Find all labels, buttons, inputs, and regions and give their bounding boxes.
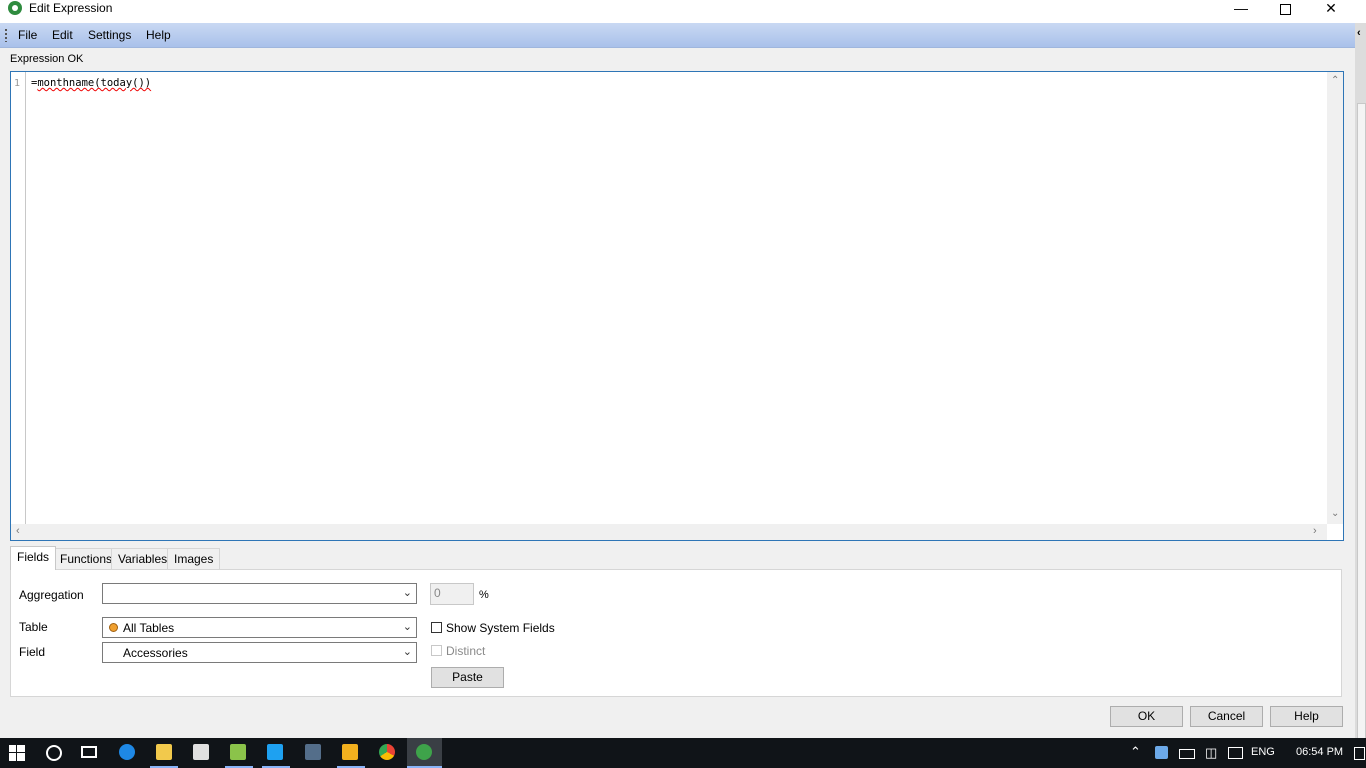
tab-functions[interactable]: Functions [53, 548, 120, 569]
right-scroll-column: ‹ [1355, 23, 1366, 768]
show-system-fields-checkbox[interactable] [431, 622, 442, 633]
scroll-right-icon[interactable]: › [1313, 525, 1317, 537]
task-view-icon[interactable] [81, 746, 97, 758]
windows-start-icon[interactable] [9, 745, 25, 761]
window-title: Edit Expression [29, 1, 113, 15]
code-body: monthname(today()) [37, 77, 152, 89]
cancel-button[interactable]: Cancel [1190, 706, 1263, 727]
chrome-icon[interactable] [379, 744, 395, 760]
taskbar: ⌃ ◫ ENG 06:54 PM [0, 738, 1366, 768]
menu-bar: File Edit Settings Help [0, 23, 1355, 48]
menu-file[interactable]: File [18, 28, 37, 42]
percent-input[interactable]: 0 [430, 583, 474, 605]
scroll-left-icon[interactable]: ‹ [16, 525, 20, 537]
help-button[interactable]: Help [1270, 706, 1343, 727]
battery-icon[interactable] [1179, 749, 1195, 759]
paste-button[interactable]: Paste [431, 667, 504, 688]
close-button[interactable]: ✕ [1308, 0, 1354, 16]
ok-button[interactable]: OK [1110, 706, 1183, 727]
expression-status: Expression OK [10, 53, 84, 65]
fields-panel: Aggregation ⌄ 0 % Table All Tables ⌄ Sho… [10, 569, 1342, 697]
folder-sync-icon[interactable] [230, 744, 246, 760]
app-yellow-icon[interactable] [342, 744, 358, 760]
expression-editor[interactable]: 1 =monthname(today()) ⌃ ⌄ ‹ › [10, 71, 1344, 541]
collapse-chevron-icon[interactable]: ‹ [1357, 27, 1361, 39]
aggregation-label: Aggregation [19, 588, 84, 602]
clock[interactable]: 06:54 PM [1296, 746, 1343, 758]
code-line[interactable]: =monthname(today()) [31, 77, 151, 89]
dropbox-icon[interactable] [1155, 746, 1168, 759]
field-select[interactable]: Accessories ⌄ [102, 642, 417, 663]
maximize-button[interactable] [1262, 0, 1308, 16]
show-hidden-icons-chevron-icon[interactable]: ⌃ [1130, 744, 1141, 760]
wifi-icon[interactable]: ◫ [1205, 745, 1217, 761]
chevron-down-icon: ⌄ [402, 587, 412, 599]
minimize-button[interactable]: — [1218, 0, 1264, 16]
chevron-down-icon: ⌄ [402, 646, 412, 658]
cortana-icon[interactable] [46, 745, 62, 761]
action-center-icon[interactable] [1354, 747, 1365, 760]
table-dot-icon [109, 623, 118, 632]
editor-horizontal-scrollbar[interactable]: ‹ › [11, 524, 1327, 540]
input-language[interactable]: ENG [1251, 746, 1275, 758]
line-number: 1 [14, 78, 21, 89]
field-label: Field [19, 645, 46, 659]
qlikview-app-icon [8, 1, 22, 15]
table-value: All Tables [123, 621, 175, 635]
sql-icon[interactable] [305, 744, 321, 760]
scroll-down-icon[interactable]: ⌄ [1331, 508, 1339, 519]
tab-variables[interactable]: Variables [111, 548, 175, 569]
edge-icon[interactable] [119, 744, 135, 760]
percent-sign: % [479, 589, 489, 601]
menu-help[interactable]: Help [146, 28, 171, 42]
editor-vertical-scrollbar[interactable]: ⌃ ⌄ [1327, 72, 1343, 524]
menu-grip-icon[interactable] [5, 29, 7, 42]
chevron-down-icon: ⌄ [402, 621, 412, 633]
distinct-checkbox[interactable] [431, 645, 442, 656]
tab-fields[interactable]: Fields [10, 546, 57, 570]
scrollbar-thumb[interactable] [1357, 103, 1366, 745]
menu-edit[interactable]: Edit [52, 28, 73, 42]
file-explorer-icon[interactable] [156, 744, 172, 760]
qlikview-icon[interactable] [416, 744, 432, 760]
skype-icon[interactable] [267, 744, 283, 760]
aggregation-select[interactable]: ⌄ [102, 583, 417, 604]
title-bar: Edit Expression — ✕ [0, 0, 1366, 23]
distinct-label: Distinct [446, 644, 486, 658]
show-system-fields-label: Show System Fields [446, 621, 555, 635]
menu-settings[interactable]: Settings [88, 28, 131, 42]
table-label: Table [19, 620, 48, 634]
tab-images[interactable]: Images [167, 548, 221, 569]
notification-message-icon[interactable] [1228, 747, 1243, 759]
line-number-gutter: 1 [11, 72, 26, 524]
field-value: Accessories [123, 646, 188, 660]
table-select[interactable]: All Tables ⌄ [102, 617, 417, 638]
scroll-up-icon[interactable]: ⌃ [1331, 75, 1339, 86]
store-icon[interactable] [193, 744, 209, 760]
